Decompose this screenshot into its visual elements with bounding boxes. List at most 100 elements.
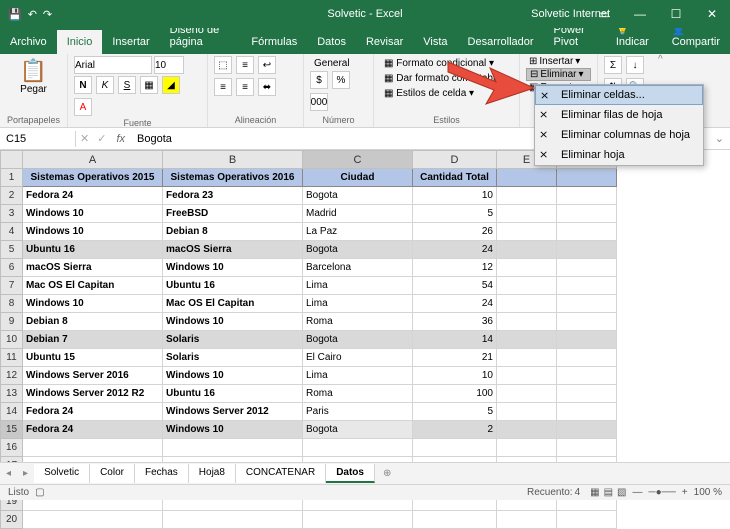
tab-desarrollador[interactable]: Desarrollador [458, 30, 544, 54]
tab-archivo[interactable]: Archivo [0, 30, 57, 54]
border-button[interactable]: ▦ [140, 76, 158, 94]
view-normal-icon[interactable]: ▦ [590, 487, 599, 498]
wrap-text-button[interactable]: ↩ [258, 56, 276, 74]
new-sheet-button[interactable]: ⊕ [375, 468, 399, 479]
sheet-tab-solvetic[interactable]: Solvetic [34, 464, 90, 483]
tab-datos[interactable]: Datos [307, 30, 356, 54]
row-header-8[interactable]: 8 [1, 295, 23, 313]
font-name-input[interactable] [74, 56, 152, 74]
underline-button[interactable]: S [118, 76, 136, 94]
cell[interactable]: Windows 10 [163, 313, 303, 331]
cell[interactable]: Fedora 24 [23, 187, 163, 205]
row-header-6[interactable]: 6 [1, 259, 23, 277]
sheet-tab-fechas[interactable]: Fechas [135, 464, 189, 483]
row-header-5[interactable]: 5 [1, 241, 23, 259]
cell[interactable]: Fedora 23 [163, 187, 303, 205]
sheet-nav-prev-icon[interactable]: ◂ [0, 468, 17, 479]
row-header-14[interactable]: 14 [1, 403, 23, 421]
fill-color-button[interactable]: ◢ [162, 76, 180, 94]
col-header-D[interactable]: D [413, 151, 497, 169]
zoom-slider[interactable]: ─●── [649, 487, 676, 498]
tab-revisar[interactable]: Revisar [356, 30, 413, 54]
cell[interactable]: Windows 10 [163, 259, 303, 277]
cell[interactable]: Mac OS El Capitan [163, 295, 303, 313]
col-header-A[interactable]: A [23, 151, 163, 169]
cell[interactable]: Windows Server 2012 [163, 403, 303, 421]
font-color-button[interactable]: A [74, 98, 92, 116]
cell[interactable]: Ubuntu 16 [163, 277, 303, 295]
cell[interactable]: Debian 8 [23, 313, 163, 331]
cell[interactable]: Roma [303, 313, 413, 331]
cell[interactable]: Windows 10 [163, 367, 303, 385]
cell[interactable]: 24 [413, 295, 497, 313]
row-header-13[interactable]: 13 [1, 385, 23, 403]
menu-item-delete[interactable]: ⨯Eliminar celdas... [535, 85, 703, 105]
header-cell[interactable]: Sistemas Operativos 2015 [23, 169, 163, 187]
ribbon-options-icon[interactable]: ▭ [586, 0, 622, 28]
save-icon[interactable]: 💾 [8, 8, 22, 21]
cell[interactable]: 10 [413, 367, 497, 385]
sheet-tab-datos[interactable]: Datos [326, 464, 375, 483]
header-cell[interactable]: Sistemas Operativos 2016 [163, 169, 303, 187]
cell[interactable]: Windows Server 2012 R2 [23, 385, 163, 403]
fx-icon[interactable]: fx [110, 133, 131, 145]
tab-inicio[interactable]: Inicio [57, 30, 103, 54]
menu-item-delete[interactable]: ⨯Eliminar hoja [535, 145, 703, 165]
header-cell[interactable]: Ciudad [303, 169, 413, 187]
cell[interactable]: 10 [413, 187, 497, 205]
cell[interactable]: Lima [303, 367, 413, 385]
autosum-button[interactable]: Σ [604, 56, 622, 74]
italic-button[interactable]: K [96, 76, 114, 94]
cell[interactable]: Windows 10 [163, 421, 303, 439]
cell[interactable]: 54 [413, 277, 497, 295]
align-center-button[interactable]: ≡ [236, 78, 254, 96]
number-format-select[interactable]: General [310, 56, 367, 71]
maximize-icon[interactable]: ☐ [658, 0, 694, 28]
redo-icon[interactable]: ↷ [43, 8, 52, 21]
tab-insertar[interactable]: Insertar [102, 30, 159, 54]
cell[interactable]: Lima [303, 295, 413, 313]
row-header-20[interactable]: 20 [1, 511, 23, 529]
cell[interactable]: Windows 10 [23, 295, 163, 313]
row-header-7[interactable]: 7 [1, 277, 23, 295]
header-cell[interactable]: Cantidad Total [413, 169, 497, 187]
cell[interactable]: Mac OS El Capitan [23, 277, 163, 295]
tab-fórmulas[interactable]: Fórmulas [241, 30, 307, 54]
cell[interactable]: Ubuntu 15 [23, 349, 163, 367]
cell[interactable]: Bogota [303, 241, 413, 259]
cell[interactable]: Ubuntu 16 [163, 385, 303, 403]
fill-button[interactable]: ↓ [626, 56, 644, 74]
select-all-corner[interactable] [1, 151, 23, 169]
sheet-tab-concatenar[interactable]: CONCATENAR [236, 464, 326, 483]
view-pagebreak-icon[interactable]: ▧ [617, 487, 626, 498]
align-middle-button[interactable]: ≡ [236, 56, 254, 74]
minimize-icon[interactable]: — [622, 0, 658, 28]
cell[interactable]: 5 [413, 205, 497, 223]
cell[interactable]: Fedora 24 [23, 403, 163, 421]
cell[interactable]: 12 [413, 259, 497, 277]
percent-button[interactable]: % [332, 71, 350, 89]
row-header-2[interactable]: 2 [1, 187, 23, 205]
cell[interactable]: Bogota [303, 331, 413, 349]
tab-vista[interactable]: Vista [413, 30, 457, 54]
cell[interactable]: Solaris [163, 331, 303, 349]
cancel-icon[interactable]: ✕ [76, 132, 93, 145]
enter-icon[interactable]: ✓ [93, 132, 110, 145]
row-header-11[interactable]: 11 [1, 349, 23, 367]
cell[interactable]: Lima [303, 277, 413, 295]
cell[interactable]: FreeBSD [163, 205, 303, 223]
cell[interactable]: macOS Sierra [163, 241, 303, 259]
zoom-out-icon[interactable]: — [627, 487, 649, 498]
cell[interactable]: 36 [413, 313, 497, 331]
bold-button[interactable]: N [74, 76, 92, 94]
cell[interactable]: 24 [413, 241, 497, 259]
cell[interactable]: Windows 10 [23, 205, 163, 223]
cell[interactable]: 5 [413, 403, 497, 421]
row-header-15[interactable]: 15 [1, 421, 23, 439]
zoom-level[interactable]: 100 % [694, 487, 722, 498]
merge-button[interactable]: ⬌ [258, 78, 276, 96]
cell[interactable]: Bogota [303, 421, 413, 439]
align-top-button[interactable]: ⬚ [214, 56, 232, 74]
cell[interactable]: Fedora 24 [23, 421, 163, 439]
cell[interactable]: El Cairo [303, 349, 413, 367]
